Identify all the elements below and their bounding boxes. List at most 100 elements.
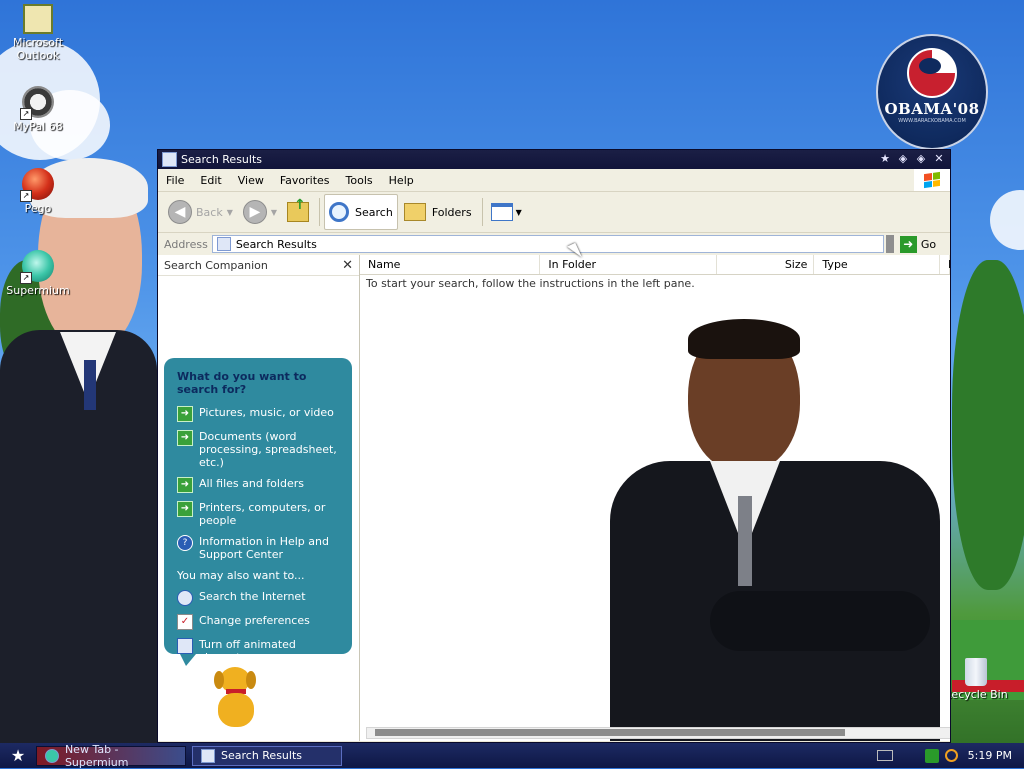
maximize-button[interactable]: ◈ [914, 152, 928, 166]
column-type[interactable]: Type [814, 255, 940, 274]
up-folder-icon: ↑ [287, 197, 310, 222]
address-value: Search Results [235, 237, 317, 251]
search-button[interactable]: Search [324, 194, 398, 230]
companion-question: What do you want to search for? [177, 370, 307, 396]
keyboard-icon[interactable] [876, 750, 893, 761]
network-icon[interactable] [924, 748, 939, 763]
menu-favorites[interactable]: Favorites [272, 174, 338, 187]
go-button[interactable]: ➜ Go [899, 235, 937, 253]
taskbar: ★ New Tab - Supermium Search Results 5:1… [0, 742, 1024, 769]
option-label: Information in Help and Support Center [199, 535, 329, 561]
start-button[interactable]: ★ [0, 743, 36, 768]
shortcut-arrow-icon: ↗ [20, 190, 32, 202]
option-label: Printers, computers, or people [199, 501, 326, 527]
desktop-icon-label: MyPal 68 [13, 120, 63, 133]
window-title: Search Results [181, 153, 263, 166]
turn-off-character-link[interactable]: Turn off animated character [177, 638, 343, 664]
folders-icon [403, 203, 426, 221]
recycle-bin-icon [965, 658, 987, 686]
search-window-icon [162, 152, 177, 167]
change-preferences-link[interactable]: ✓ Change preferences [177, 614, 343, 630]
search-option-pictures[interactable]: ➜ Pictures, music, or video [177, 406, 343, 422]
close-pane-icon[interactable]: ✕ [342, 258, 353, 273]
search-hint: To start your search, follow the instruc… [366, 277, 695, 290]
up-button[interactable]: ↑ [283, 195, 313, 229]
back-label: Back [196, 205, 223, 219]
menu-view[interactable]: View [230, 174, 272, 187]
column-name[interactable]: Name [360, 255, 541, 274]
biden-figure [0, 158, 157, 743]
search-option-help[interactable]: ? Information in Help and Support Center [177, 535, 343, 561]
magnifier-icon [329, 202, 350, 222]
green-arrow-icon: ➜ [177, 501, 193, 517]
column-size[interactable]: Size [717, 255, 815, 274]
desktop-icon-outlook[interactable]: Microsoft Outlook [0, 4, 76, 62]
desktop-icon-mypal[interactable]: ↗ MyPal 68 [0, 86, 76, 133]
close-button[interactable]: ✕ [932, 152, 946, 166]
chevron-down-icon: ▼ [515, 207, 522, 217]
taskbar-item-supermium[interactable]: New Tab - Supermium [36, 742, 186, 769]
column-in-folder[interactable]: In Folder [540, 255, 717, 274]
search-internet-icon [177, 590, 193, 606]
forward-button[interactable]: ▶ ▼ [239, 195, 281, 229]
badge-name: OBAMA'08 [884, 100, 980, 118]
start-star-icon: ★ [10, 746, 26, 765]
views-icon [490, 203, 513, 221]
search-tray-icon[interactable] [944, 749, 958, 762]
rover-dog-icon[interactable] [206, 663, 266, 733]
clock[interactable]: 5:19 PM [968, 749, 1012, 762]
go-label: Go [920, 237, 937, 251]
column-date[interactable]: D [940, 255, 950, 274]
menu-bar: File Edit View Favorites Tools Help [158, 169, 950, 192]
address-dropdown-button[interactable] [885, 235, 894, 253]
results-column-headers: Name In Folder Size Type D [360, 255, 950, 275]
search-label: Search [355, 205, 393, 219]
desktop-icon-supermium[interactable]: ↗ Supermium [0, 250, 76, 297]
back-button[interactable]: ◀ Back ▼ [164, 195, 237, 229]
windows-logo-icon [914, 169, 950, 191]
animated-character-icon [177, 638, 193, 654]
obama08-badge: OBAMA'08 WWW.BARACKOBAMA.COM [876, 34, 988, 150]
search-option-printers[interactable]: ➜ Printers, computers, or people [177, 501, 343, 527]
folders-button[interactable]: Folders [400, 195, 476, 229]
window-content: Search Companion ✕ What do you want to s… [158, 255, 950, 741]
task-label: New Tab - Supermium [64, 742, 129, 769]
search-companion-pane: Search Companion ✕ What do you want to s… [158, 255, 360, 741]
desktop-icon-label: Microsoft Outlook [12, 36, 64, 62]
title-bar[interactable]: Search Results ★ ◈ ◈ ✕ [158, 150, 950, 169]
search-option-all-files[interactable]: ➜ All files and folders [177, 477, 343, 493]
search-option-documents[interactable]: ➜ Documents (word processing, spreadshee… [177, 430, 343, 469]
supermium-icon: ↗ [20, 250, 54, 284]
menu-tools[interactable]: Tools [338, 174, 381, 187]
horizontal-scrollbar[interactable] [366, 727, 950, 739]
scrollbar-thumb[interactable] [375, 729, 845, 736]
results-pane: Name In Folder Size Type D To start your… [360, 255, 950, 741]
companion-title: Search Companion [164, 258, 268, 272]
campaign-logo-icon [907, 48, 957, 98]
obama-figure [610, 319, 950, 741]
desktop-icon-label: Pego [24, 202, 52, 215]
minimize-button[interactable]: ◈ [896, 152, 910, 166]
search-internet-link[interactable]: Search the Internet [177, 590, 343, 606]
menu-help[interactable]: Help [381, 174, 422, 187]
pego-icon: ↗ [20, 168, 54, 202]
views-button[interactable]: ▼ [487, 195, 526, 229]
desktop-icon-pego[interactable]: ↗ Pego [0, 168, 76, 215]
green-arrow-icon: ➜ [177, 406, 193, 422]
chevron-down-icon[interactable]: ▼ [227, 208, 233, 217]
chevron-down-icon[interactable]: ▼ [271, 208, 277, 217]
system-tray: 5:19 PM [869, 743, 1024, 768]
option-label: All files and folders [199, 477, 304, 490]
menu-edit[interactable]: Edit [192, 174, 229, 187]
option-label: Turn off animated character [199, 638, 296, 664]
menu-file[interactable]: File [158, 174, 192, 187]
taskbar-item-search-results[interactable]: Search Results [192, 745, 342, 766]
task-label: Search Results [221, 749, 303, 762]
outlook-icon [23, 4, 53, 34]
preferences-check-icon: ✓ [177, 614, 193, 630]
pin-star-icon[interactable]: ★ [878, 152, 892, 166]
search-results-icon [201, 748, 215, 763]
address-input[interactable]: Search Results [211, 235, 884, 253]
folders-label: Folders [431, 205, 472, 219]
address-bar: Address Search Results ➜ Go [158, 233, 950, 256]
